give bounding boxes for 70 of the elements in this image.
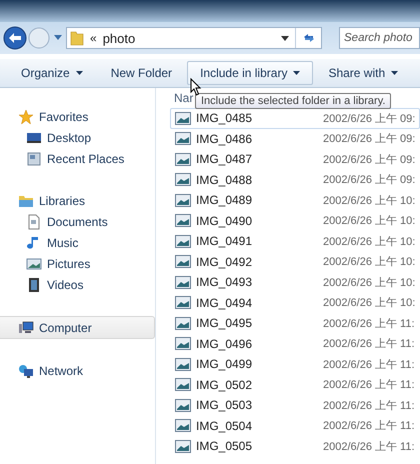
file-name: IMG_0495 — [196, 316, 254, 330]
date-modified: 2002/6/26 上午 11: — [323, 337, 415, 352]
date-modified: 2002/6/26 上午 09: — [323, 132, 416, 146]
date-modified: 2002/6/26 上午 11: — [323, 378, 415, 392]
breadcrumb-item[interactable]: photo — [102, 30, 136, 46]
toolbar-button[interactable]: Include in library — [187, 61, 314, 85]
sidebar-item[interactable]: Network — [0, 360, 155, 381]
file-row[interactable]: IMG_0494 2002/6/26 上午 10: — [170, 292, 420, 313]
date-modified: 2002/6/26 上午 10: — [323, 214, 416, 228]
toolbar-button[interactable]: New Folder — [98, 61, 186, 85]
file-row[interactable]: IMG_0491 2002/6/26 上午 10: — [170, 231, 420, 252]
file-name: IMG_0505 — [196, 439, 254, 454]
date-modified: 2002/6/26 上午 10: — [323, 234, 416, 249]
file-name: IMG_0493 — [196, 275, 254, 290]
tooltip: Include the selected folder in a library. — [195, 93, 392, 109]
file-row[interactable]: IMG_0488 2002/6/26 上午 09: — [170, 170, 420, 190]
file-row[interactable]: IMG_0493 2002/6/26 上午 10: — [170, 272, 420, 292]
date-modified: 2002/6/26 上午 10: — [323, 194, 416, 208]
file-name: IMG_0490 — [196, 214, 254, 228]
sidebar-item[interactable]: Computer — [0, 316, 155, 339]
date-modified: 2002/6/26 上午 11: — [323, 398, 415, 413]
file-row[interactable]: IMG_0487 2002/6/26 上午 09: — [170, 149, 420, 170]
sidebar-item[interactable]: Pictures — [0, 253, 155, 274]
file-row[interactable]: IMG_0486 2002/6/26 上午 09: — [170, 128, 420, 149]
file-name: IMG_0491 — [196, 234, 254, 248]
file-name: IMG_0499 — [196, 357, 254, 372]
file-name: IMG_0496 — [196, 336, 254, 351]
file-name: IMG_0489 — [196, 193, 254, 208]
file-row[interactable]: IMG_0503 2002/6/26 上午 11: — [170, 395, 420, 416]
file-row[interactable]: IMG_0502 2002/6/26 上午 11: — [170, 374, 420, 395]
file-name: IMG_0492 — [196, 254, 254, 269]
date-modified: 2002/6/26 上午 09: — [323, 173, 416, 188]
address-bar[interactable]: « photo — [66, 27, 322, 49]
file-row[interactable]: IMG_0492 2002/6/26 上午 10: — [170, 252, 420, 272]
sidebar-item[interactable]: Videos — [0, 274, 155, 295]
date-modified: 2002/6/26 上午 11: — [323, 440, 415, 454]
file-row[interactable]: IMG_0496 2002/6/26 上午 11: — [170, 334, 420, 354]
date-modified: 2002/6/26 上午 11: — [323, 316, 415, 331]
file-name: IMG_0486 — [196, 132, 254, 146]
toolbar-button[interactable]: Organize — [8, 61, 96, 85]
sidebar-item[interactable]: Desktop — [0, 127, 155, 148]
file-row[interactable]: IMG_0495 2002/6/26 上午 11: — [170, 313, 420, 334]
file-name: IMG_0502 — [196, 378, 254, 392]
file-name: IMG_0494 — [196, 296, 254, 310]
sidebar-item[interactable]: Favorites — [0, 106, 155, 127]
date-modified: 2002/6/26 上午 11: — [323, 419, 415, 434]
sidebar-item[interactable]: Recent Places — [0, 148, 155, 169]
file-row[interactable]: IMG_0504 2002/6/26 上午 11: — [170, 416, 420, 436]
date-modified: 2002/6/26 上午 10: — [323, 296, 416, 310]
sidebar-item[interactable]: Music — [0, 232, 155, 253]
date-modified: 2002/6/26 上午 10: — [323, 255, 416, 270]
file-name: IMG_0487 — [196, 152, 254, 166]
date-modified: 2002/6/26 上午 11: — [323, 358, 415, 372]
file-name: IMG_0485 — [196, 111, 254, 126]
sidebar-item[interactable]: Libraries — [0, 190, 155, 211]
sidebar-item[interactable]: Documents — [0, 211, 155, 232]
file-name: IMG_0488 — [196, 172, 254, 187]
file-name: IMG_0503 — [196, 398, 254, 412]
file-row[interactable]: IMG_0489 2002/6/26 上午 10: — [170, 190, 420, 210]
file-row[interactable]: IMG_0499 2002/6/26 上午 11: — [170, 354, 420, 374]
date-modified: 2002/6/26 上午 09: — [323, 112, 416, 126]
search-field[interactable]: Search photo — [339, 27, 420, 49]
file-row[interactable]: IMG_0490 2002/6/26 上午 10: — [170, 210, 420, 231]
date-modified: 2002/6/26 上午 10: — [323, 276, 416, 290]
date-modified: 2002/6/26 上午 09: — [323, 152, 416, 167]
column-header[interactable]: Nar — [174, 91, 194, 105]
file-row[interactable]: IMG_0505 2002/6/26 上午 11: — [170, 436, 420, 456]
breadcrumb-chevron[interactable]: « — [90, 31, 97, 45]
toolbar-button[interactable]: Share with — [315, 61, 412, 85]
file-name: IMG_0504 — [196, 418, 254, 433]
